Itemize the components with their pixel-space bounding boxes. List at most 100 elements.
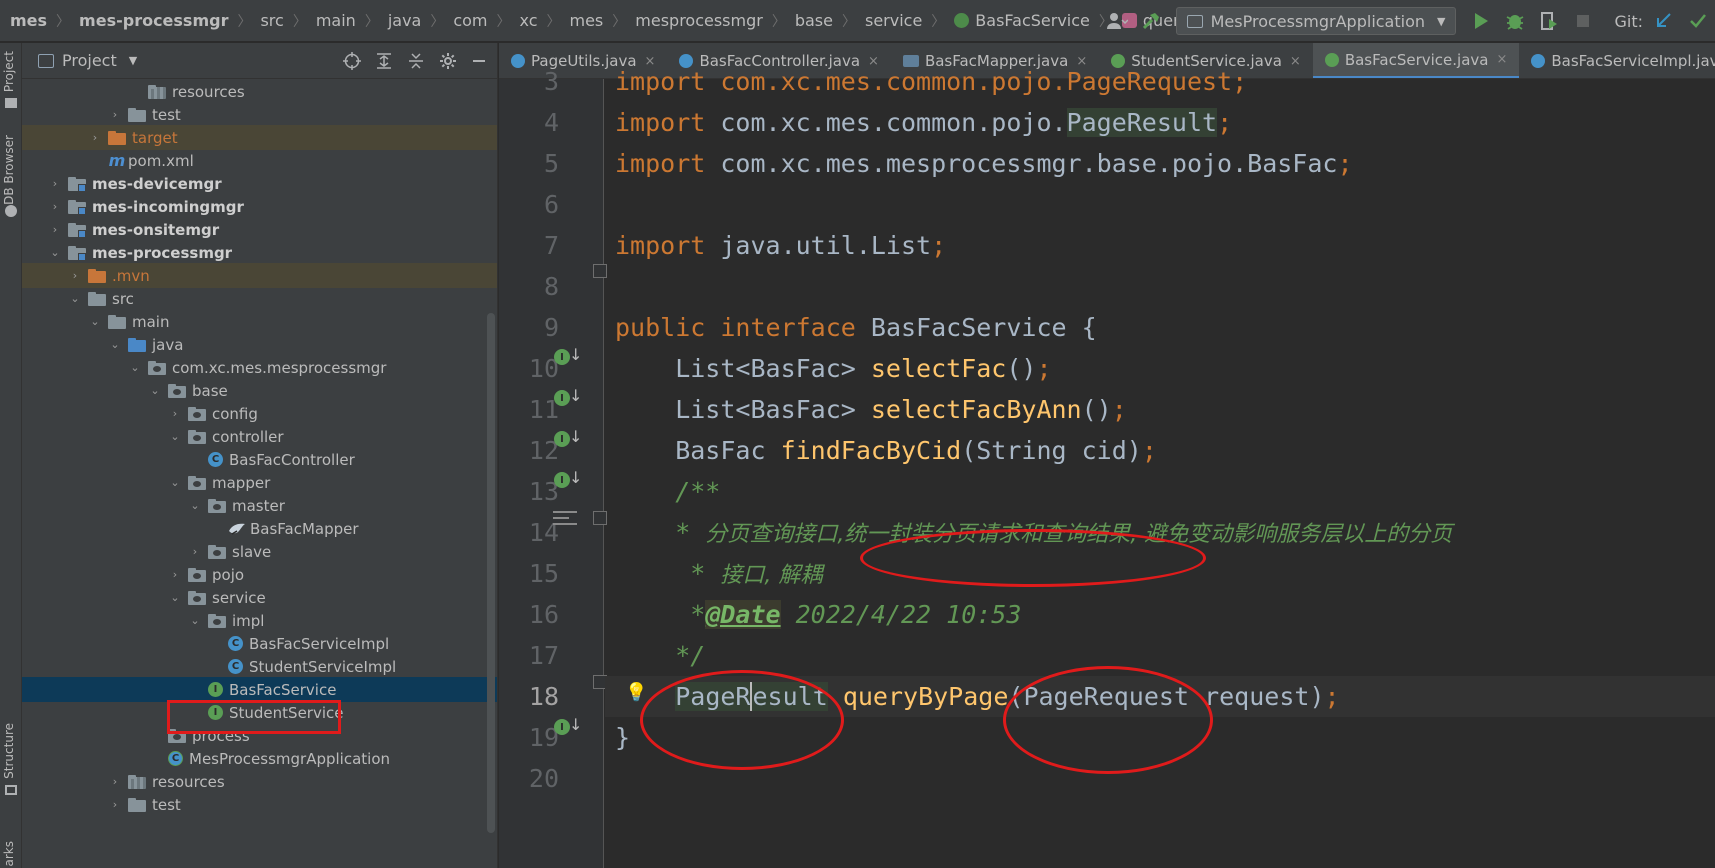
implemented-icon[interactable]: I xyxy=(554,719,570,735)
tree-item[interactable]: ⌄ base xyxy=(22,378,497,403)
tree-item[interactable]: › test xyxy=(22,102,497,127)
user-icon[interactable] xyxy=(1105,9,1129,33)
breadcrumb-item[interactable]: src xyxy=(260,11,283,30)
implemented-icon[interactable]: I xyxy=(554,349,570,365)
tree-item[interactable]: resources xyxy=(22,79,497,104)
chevron-right-icon[interactable]: › xyxy=(88,131,102,144)
chevron-down-icon[interactable]: ⌄ xyxy=(168,476,182,489)
chevron-right-icon[interactable]: › xyxy=(168,568,182,581)
tree-item[interactable]: › test xyxy=(22,792,497,817)
chevron-right-icon[interactable]: › xyxy=(108,798,122,811)
bookmarks-tool-tab[interactable]: arks xyxy=(2,841,16,867)
tree-item[interactable]: I BasFacService xyxy=(22,677,497,702)
code-line-17: */ xyxy=(605,635,1715,676)
tree-item[interactable]: ⌄ main xyxy=(22,309,497,334)
tree-item[interactable]: BasFacMapper xyxy=(22,516,497,541)
code-line-10: List<BasFac> selectFac(); xyxy=(605,348,1715,389)
chevron-down-icon[interactable]: ⌄ xyxy=(188,499,202,512)
tree-item[interactable]: C BasFacController xyxy=(22,447,497,472)
tree-item[interactable]: C StudentServiceImpl xyxy=(22,654,497,679)
chevron-right-icon[interactable]: › xyxy=(108,775,122,788)
implemented-icon[interactable]: I xyxy=(554,472,570,488)
chevron-down-icon[interactable]: ⌄ xyxy=(168,430,182,443)
chevron-right-icon[interactable]: › xyxy=(48,200,62,213)
tree-item[interactable]: ⌄ mes-processmgr xyxy=(22,240,497,265)
tree-item[interactable]: m pom.xml xyxy=(22,148,497,173)
db-browser-tool-tab[interactable]: DB Browser xyxy=(2,135,16,205)
chevron-down-icon[interactable]: ⌄ xyxy=(68,292,82,305)
breadcrumb-item[interactable]: service xyxy=(865,11,922,30)
tree-item[interactable]: ⌄ src xyxy=(22,286,497,311)
tree-item[interactable]: › mes-incomingmgr xyxy=(22,194,497,219)
chevron-right-icon[interactable]: › xyxy=(68,269,82,282)
rendered-doc-icon[interactable] xyxy=(553,507,577,529)
tree-item[interactable]: ⌄ com.xc.mes.mesprocessmgr xyxy=(22,355,497,380)
chevron-right-icon[interactable]: › xyxy=(168,407,182,420)
gear-icon[interactable] xyxy=(439,52,457,70)
expand-all-icon[interactable] xyxy=(375,52,393,70)
run-configuration-select[interactable]: MesProcessmgrApplication ▼ xyxy=(1175,7,1457,35)
breadcrumb-item[interactable]: mes-processmgr xyxy=(79,11,228,30)
project-tool-tab[interactable]: Project xyxy=(2,51,16,92)
minimize-icon[interactable] xyxy=(471,53,487,69)
tree-item[interactable]: ⌄ impl xyxy=(22,608,497,633)
implemented-icon[interactable]: I xyxy=(554,390,570,406)
tree-item[interactable]: › config xyxy=(22,401,497,426)
breadcrumb-item[interactable]: mesprocessmgr xyxy=(635,11,763,30)
breadcrumb-item[interactable]: mes xyxy=(10,11,47,30)
tree-item[interactable]: ⌄ service xyxy=(22,585,497,610)
debug-icon[interactable] xyxy=(1503,9,1527,33)
tree-item[interactable]: › mes-devicemgr xyxy=(22,171,497,196)
breadcrumb-item[interactable]: com xyxy=(453,11,487,30)
project-panel-title[interactable]: Project xyxy=(62,51,117,70)
tree-item[interactable]: ⌄ controller xyxy=(22,424,497,449)
tree-item[interactable]: ⌄ master xyxy=(22,493,497,518)
coverage-icon[interactable] xyxy=(1537,9,1561,33)
chevron-right-icon[interactable]: › xyxy=(108,108,122,121)
stop-icon[interactable] xyxy=(1571,9,1595,33)
implemented-icon[interactable]: I xyxy=(554,431,570,447)
chevron-right-icon[interactable]: › xyxy=(48,177,62,190)
breadcrumb-item[interactable]: xc xyxy=(520,11,538,30)
tree-item[interactable]: C MesProcessmgrApplication xyxy=(22,746,497,771)
tree-item[interactable]: ⌄ mapper xyxy=(22,470,497,495)
folder-icon xyxy=(128,107,146,122)
git-update-icon[interactable] xyxy=(1652,9,1676,33)
git-commit-icon[interactable] xyxy=(1686,9,1710,33)
tree-item[interactable]: › pojo xyxy=(22,562,497,587)
tree-item[interactable]: ⌄ java xyxy=(22,332,497,357)
package-icon xyxy=(208,544,226,559)
tree-item[interactable]: › mes-onsitemgr xyxy=(22,217,497,242)
chevron-down-icon[interactable]: ⌄ xyxy=(88,315,102,328)
breadcrumb-item[interactable]: java xyxy=(388,11,422,30)
project-scrollbar[interactable] xyxy=(487,313,495,833)
run-icon[interactable] xyxy=(1469,9,1493,33)
chevron-down-icon[interactable]: ⌄ xyxy=(128,361,142,374)
tree-item[interactable]: › resources xyxy=(22,769,497,794)
breadcrumb-item[interactable]: mes xyxy=(570,11,604,30)
breadcrumb-item[interactable]: BasFacService xyxy=(954,11,1090,30)
breadcrumb-item[interactable]: base xyxy=(795,11,833,30)
tree-item[interactable]: › slave xyxy=(22,539,497,564)
chevron-down-icon[interactable]: ⌄ xyxy=(48,246,62,259)
chevron-down-icon[interactable]: ⌄ xyxy=(148,384,162,397)
tree-item[interactable]: C BasFacServiceImpl xyxy=(22,631,497,656)
structure-tool-tab[interactable]: Structure xyxy=(2,723,16,779)
lightbulb-icon[interactable]: 💡 xyxy=(625,682,647,703)
chevron-down-icon[interactable]: ⌄ xyxy=(108,338,122,351)
chevron-right-icon[interactable]: › xyxy=(48,223,62,236)
folder-icon xyxy=(108,314,126,329)
collapse-all-icon[interactable] xyxy=(407,52,425,70)
chevron-down-icon[interactable]: ⌄ xyxy=(168,591,182,604)
tree-item[interactable]: › .mvn xyxy=(22,263,497,288)
code-view[interactable]: import com.xc.mes.common.pojo.PageReques… xyxy=(605,67,1715,868)
tree-item-label: .mvn xyxy=(112,266,150,285)
code-text: com.xc.mes.mesprocessmgr.base.pojo.BasFa… xyxy=(705,149,1338,178)
tree-item[interactable]: › target xyxy=(22,125,497,150)
build-hammer-icon[interactable] xyxy=(1139,9,1163,33)
chevron-down-icon[interactable]: ▼ xyxy=(129,54,137,67)
locate-target-icon[interactable] xyxy=(343,52,361,70)
chevron-down-icon[interactable]: ⌄ xyxy=(188,614,202,627)
breadcrumb-item[interactable]: main xyxy=(316,11,356,30)
chevron-right-icon[interactable]: › xyxy=(188,545,202,558)
